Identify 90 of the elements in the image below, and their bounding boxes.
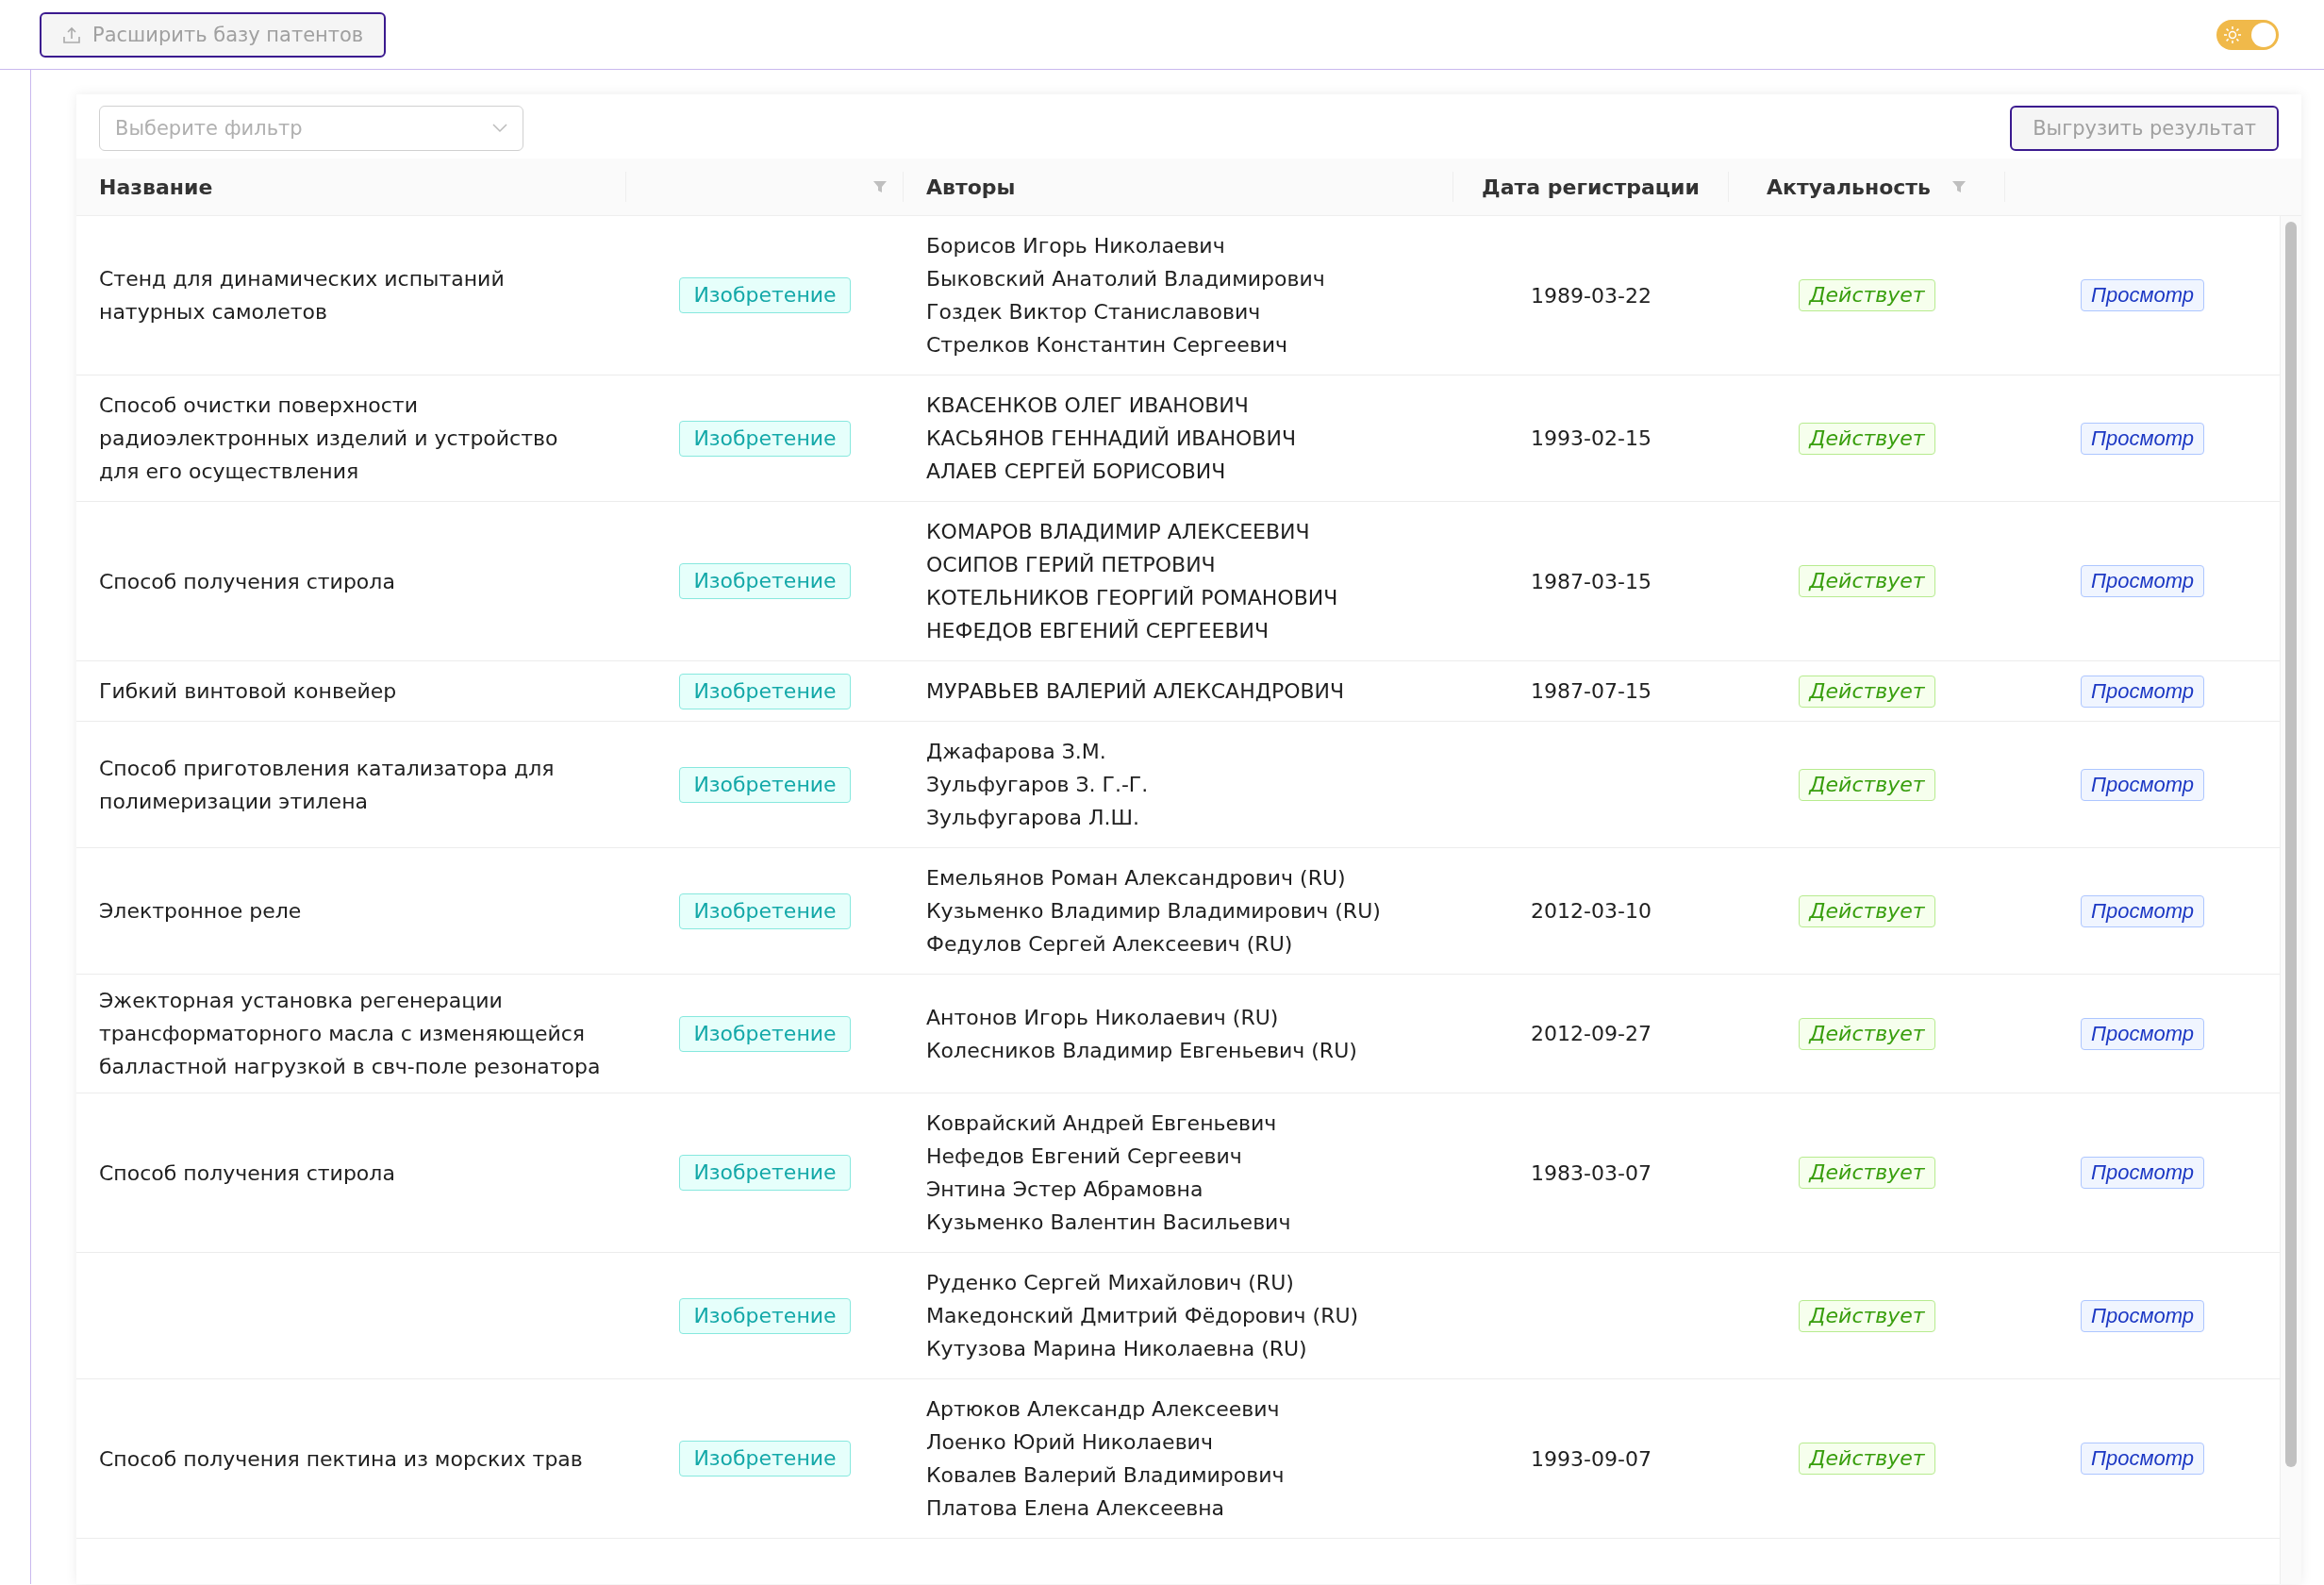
- author-name: Энтина Эстер Абрамовна: [926, 1176, 1204, 1203]
- author-name: Гоздек Виктор Станиславович: [926, 299, 1262, 325]
- type-tag: Изобретение: [679, 563, 851, 599]
- type-tag: Изобретение: [679, 420, 851, 457]
- type-tag: Изобретение: [679, 277, 851, 313]
- registration-date: 1993-02-15: [1531, 426, 1652, 450]
- view-button[interactable]: Просмотр: [2080, 1299, 2204, 1332]
- filter-icon[interactable]: [872, 180, 888, 193]
- author-name: КВАСЕНКОВ ОЛЕГ ИВАНОВИЧ: [926, 392, 1250, 419]
- sun-icon: [2224, 25, 2241, 43]
- author-name: ОСИПОВ ГЕРИЙ ПЕТРОВИЧ: [926, 552, 1217, 578]
- patent-title: Способ получения стирола: [99, 1160, 395, 1185]
- patent-title: Способ очистки поверхности радиоэлектронных изделий и устройство для его осуществления: [99, 393, 558, 483]
- chevron-down-icon: [492, 124, 507, 133]
- status-tag: Действует: [1799, 1157, 1935, 1189]
- status-tag: Действует: [1799, 279, 1935, 311]
- column-header: Авторы: [926, 175, 1016, 199]
- author-name: Македонский Дмитрий Фёдорович (RU): [926, 1303, 1360, 1329]
- registration-date: 2012-09-27: [1531, 1022, 1652, 1045]
- view-button[interactable]: Просмотр: [2080, 894, 2204, 927]
- view-button[interactable]: Просмотр: [2080, 279, 2204, 311]
- registration-date: 1987-03-15: [1531, 569, 1652, 593]
- registration-date: 1983-03-07: [1531, 1160, 1652, 1185]
- author-name: Федулов Сергей Алексеевич (RU): [926, 931, 1294, 958]
- author-name: Руденко Сергей Михайлович (RU): [926, 1270, 1295, 1296]
- author-name: Зульфугарова Л.Ш.: [926, 805, 1140, 831]
- status-tag: Действует: [1799, 768, 1935, 801]
- author-name: Лоенко Юрий Николаевич: [926, 1429, 1214, 1456]
- view-button[interactable]: Просмотр: [2080, 1443, 2204, 1475]
- column-header: Актуальность: [1767, 175, 1931, 199]
- author-name: Борисов Игорь Николаевич: [926, 233, 1226, 259]
- author-name: КОТЕЛЬНИКОВ ГЕОРГИЙ РОМАНОВИЧ: [926, 585, 1339, 611]
- type-tag: Изобретение: [679, 893, 851, 929]
- column-header: Дата регистрации: [1482, 175, 1700, 199]
- author-name: КОМАРОВ ВЛАДИМИР АЛЕКСЕЕВИЧ: [926, 519, 1311, 545]
- author-name: Колесников Владимир Евгеньевич (RU): [926, 1037, 1358, 1064]
- patent-title: Способ получения стирола: [99, 569, 395, 593]
- author-name: Стрелков Константин Сергеевич: [926, 332, 1288, 359]
- author-name: Нефедов Евгений Сергеевич: [926, 1143, 1243, 1170]
- patent-title: Эжекторная установка регенерации трансформаторного масла с изменяющейся балластной нагрузкой в свч-поле резонатора: [99, 989, 601, 1078]
- type-tag: Изобретение: [679, 1441, 851, 1477]
- author-name: Платова Елена Алексеевна: [926, 1495, 1226, 1522]
- view-button[interactable]: Просмотр: [2080, 675, 2204, 708]
- author-name: Емельянов Роман Александрович (RU): [926, 865, 1347, 892]
- upload-icon: [62, 25, 81, 44]
- patent-title: Способ приготовления катализатора для полимеризации этилена: [99, 756, 555, 813]
- type-tag: Изобретение: [679, 1297, 851, 1334]
- filter-icon[interactable]: [1950, 180, 1967, 193]
- status-tag: Действует: [1799, 565, 1935, 597]
- patent-title: Электронное реле: [99, 899, 302, 923]
- patent-title: Способ получения пектина из морских трав: [99, 1446, 583, 1471]
- view-button[interactable]: Просмотр: [2080, 1157, 2204, 1189]
- registration-date: 1989-03-22: [1531, 283, 1652, 308]
- registration-date: 2012-03-10: [1531, 899, 1652, 923]
- author-name: Артюков Александр Алексеевич: [926, 1396, 1281, 1423]
- status-tag: Действует: [1799, 1017, 1935, 1050]
- theme-toggle[interactable]: [2216, 19, 2279, 50]
- type-tag: Изобретение: [679, 673, 851, 709]
- status-tag: Действует: [1799, 1299, 1935, 1332]
- author-name: Ковалев Валерий Владимирович: [926, 1462, 1286, 1489]
- author-name: Зульфугаров З. Г.-Г.: [926, 772, 1150, 798]
- author-name: Джафарова З.М.: [926, 739, 1107, 765]
- author-name: КАСЬЯНОВ ГЕННАДИЙ ИВАНОВИЧ: [926, 425, 1297, 452]
- author-name: АЛАЕВ СЕРГЕЙ БОРИСОВИЧ: [926, 459, 1227, 485]
- author-name: Кузьменко Владимир Владимирович (RU): [926, 898, 1382, 925]
- author-name: Быковский Анатолий Владимирович: [926, 266, 1326, 292]
- author-name: Антонов Игорь Николаевич (RU): [926, 1004, 1280, 1031]
- author-name: Кутузова Марина Николаевна (RU): [926, 1336, 1308, 1362]
- author-name: НЕФЕДОВ ЕВГЕНИЙ СЕРГЕЕВИЧ: [926, 618, 1270, 644]
- scrollbar-thumb[interactable]: [2285, 222, 2297, 1467]
- view-button[interactable]: Просмотр: [2080, 422, 2204, 455]
- author-name: МУРАВЬЕВ ВАЛЕРИЙ АЛЕКСАНДРОВИЧ: [926, 678, 1346, 705]
- author-name: Коврайский Андрей Евгеньевич: [926, 1110, 1278, 1137]
- patent-title: Стенд для динамических испытаний натурных самолетов: [99, 267, 505, 324]
- filter-placeholder: Выберите фильтр: [115, 117, 303, 140]
- patent-title: Гибкий винтовой конвейер: [99, 679, 397, 703]
- column-header: Название: [99, 175, 213, 199]
- type-tag: Изобретение: [679, 1015, 851, 1052]
- type-tag: Изобретение: [679, 766, 851, 803]
- status-tag: Действует: [1799, 1443, 1935, 1475]
- registration-date: 1987-07-15: [1531, 679, 1652, 703]
- view-button[interactable]: Просмотр: [2080, 768, 2204, 801]
- status-tag: Действует: [1799, 675, 1935, 708]
- view-button[interactable]: Просмотр: [2080, 1017, 2204, 1050]
- view-button[interactable]: Просмотр: [2080, 565, 2204, 597]
- registration-date: 1993-09-07: [1531, 1446, 1652, 1471]
- status-tag: Действует: [1799, 894, 1935, 927]
- type-tag: Изобретение: [679, 1155, 851, 1191]
- author-name: Кузьменко Валентин Васильевич: [926, 1210, 1292, 1236]
- status-tag: Действует: [1799, 422, 1935, 455]
